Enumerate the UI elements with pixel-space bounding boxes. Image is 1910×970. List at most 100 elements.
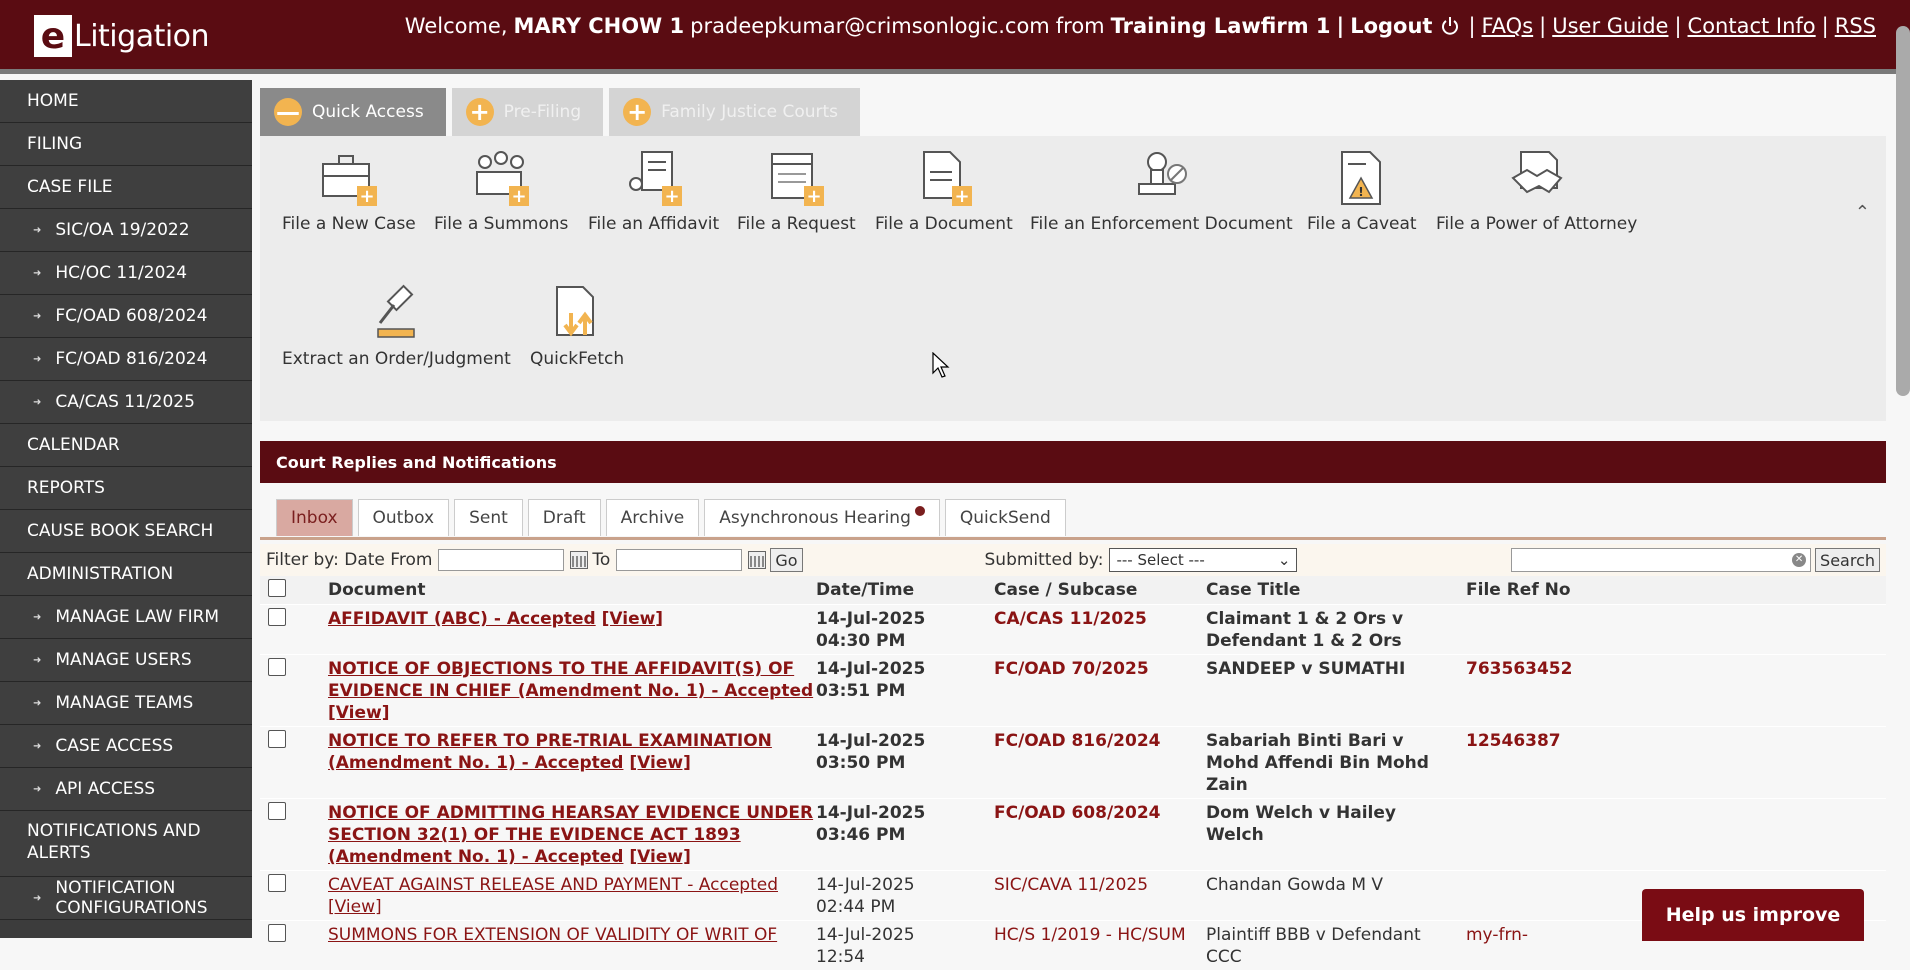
rss-link[interactable]: RSS (1835, 14, 1876, 38)
file-ref-cell: 763563452 (1466, 655, 1886, 727)
sidebar-item-case[interactable]: ➜HC/OC 11/2024 (0, 252, 252, 295)
view-link[interactable]: [View] (328, 897, 382, 917)
case-link[interactable]: HC/S 1/2019 - HC/SUM (994, 921, 1206, 970)
case-link[interactable]: FC/OAD 70/2025 (994, 655, 1206, 727)
submitted-by-label: Submitted by: (985, 550, 1104, 570)
document-link[interactable]: NOTICE OF OBJECTIONS TO THE AFFIDAVIT(S)… (328, 659, 813, 701)
case-link[interactable]: FC/OAD 608/2024 (994, 799, 1206, 871)
logout-link[interactable]: Logout (1350, 14, 1432, 38)
file-power-of-attorney-button[interactable]: File a Power of Attorney (1436, 148, 1637, 234)
quick-access-panel: + File a New Case + File a Summons + Fil… (260, 136, 1886, 421)
sidebar-item-manage-teams[interactable]: ➜MANAGE TEAMS (0, 682, 252, 725)
view-link[interactable]: [View] (328, 703, 389, 723)
document-link[interactable]: NOTICE OF ADMITTING HEARSAY EVIDENCE UND… (328, 803, 813, 867)
quick-access-label: Extract an Order/Judgment (282, 349, 511, 369)
sidebar-item-notifications[interactable]: NOTIFICATIONS AND ALERTS (0, 811, 252, 877)
submitted-by-select[interactable]: --- Select ---⌄ (1109, 548, 1297, 572)
sidebar-item-cause-book-search[interactable]: CAUSE BOOK SEARCH (0, 510, 252, 553)
contact-info-link[interactable]: Contact Info (1688, 14, 1816, 38)
tab-archive[interactable]: Archive (606, 499, 700, 536)
row-checkbox[interactable] (268, 924, 286, 942)
case-link[interactable]: CA/CAS 11/2025 (994, 605, 1206, 655)
file-request-button[interactable]: + File a Request (737, 148, 856, 234)
calendar-icon[interactable] (748, 551, 766, 569)
quickfetch-button[interactable]: QuickFetch (530, 283, 624, 369)
quick-access-label: File a Power of Attorney (1436, 214, 1637, 234)
sidebar-item-case[interactable]: ➜SIC/OA 19/2022 (0, 209, 252, 252)
sidebar-item-api-access[interactable]: ➜API ACCESS (0, 768, 252, 811)
tab-asynchronous-hearing[interactable]: Asynchronous Hearing (704, 499, 940, 536)
tab-pre-filing[interactable]: +Pre-Filing (452, 88, 603, 136)
help-us-improve-button[interactable]: Help us improve (1642, 889, 1864, 941)
quick-access-label: QuickFetch (530, 349, 624, 369)
tab-family-justice-courts[interactable]: +Family Justice Courts (609, 88, 860, 136)
search-button[interactable]: Search (1815, 548, 1880, 572)
case-title-cell: Plaintiff BBB v Defendant CCC (1206, 921, 1466, 970)
document-link[interactable]: NOTICE TO REFER TO PRE-TRIAL EXAMINATION… (328, 731, 772, 773)
notification-dot-icon (915, 506, 925, 516)
sidebar-item-case[interactable]: ➜FC/OAD 816/2024 (0, 338, 252, 381)
sidebar-item-case[interactable]: ➜CA/CAS 11/2025 (0, 381, 252, 424)
file-affidavit-button[interactable]: + File an Affidavit (588, 148, 719, 234)
power-icon[interactable] (1440, 16, 1460, 36)
table-row[interactable]: AFFIDAVIT (ABC) - Accepted [View] 14-Jul… (260, 605, 1886, 655)
table-row[interactable]: NOTICE OF OBJECTIONS TO THE AFFIDAVIT(S)… (260, 655, 1886, 727)
tab-inbox[interactable]: Inbox (276, 499, 353, 536)
case-link[interactable]: FC/OAD 816/2024 (994, 727, 1206, 799)
file-document-button[interactable]: + File a Document (875, 148, 1013, 234)
date-from-label: Filter by: Date From (266, 550, 432, 570)
view-link[interactable]: [View] (602, 609, 663, 629)
tab-quick-access[interactable]: —Quick Access (260, 88, 446, 136)
extract-order-judgment-button[interactable]: Extract an Order/Judgment (282, 283, 511, 369)
calendar-icon[interactable] (570, 551, 588, 569)
view-link[interactable]: [View] (629, 753, 690, 773)
user-guide-link[interactable]: User Guide (1552, 14, 1668, 38)
document-link[interactable]: AFFIDAVIT (ABC) - Accepted (328, 609, 596, 629)
row-checkbox[interactable] (268, 658, 286, 676)
sidebar-item-filing[interactable]: FILING (0, 123, 252, 166)
tab-draft[interactable]: Draft (528, 499, 601, 536)
search-input[interactable]: ✕ (1511, 548, 1811, 572)
sidebar-item-home[interactable]: HOME (0, 80, 252, 123)
elitigation-logo[interactable]: e Litigation (34, 14, 209, 58)
sidebar-item-label: FILING (27, 134, 82, 154)
collapse-chevron-icon[interactable]: ⌃ (1855, 202, 1870, 223)
tab-quicksend[interactable]: QuickSend (945, 499, 1066, 536)
view-link[interactable]: [View] (629, 847, 690, 867)
sidebar-item-calendar[interactable]: CALENDAR (0, 424, 252, 467)
clear-icon[interactable]: ✕ (1792, 553, 1806, 567)
document-link[interactable]: CAVEAT AGAINST RELEASE AND PAYMENT - Acc… (328, 875, 778, 895)
row-checkbox[interactable] (268, 874, 286, 892)
sidebar-item-notification-config[interactable]: ➜NOTIFICATION CONFIGURATIONS (0, 877, 252, 920)
go-button[interactable]: Go (770, 548, 802, 572)
sidebar-item-manage-law-firm[interactable]: ➜MANAGE LAW FIRM (0, 596, 252, 639)
faqs-link[interactable]: FAQs (1482, 14, 1534, 38)
file-new-case-button[interactable]: + File a New Case (282, 148, 416, 234)
file-summons-button[interactable]: + File a Summons (434, 148, 568, 234)
quick-access-label: File an Affidavit (588, 214, 719, 234)
sidebar-item-manage-users[interactable]: ➜MANAGE USERS (0, 639, 252, 682)
sidebar-item-administration[interactable]: ADMINISTRATION (0, 553, 252, 596)
sidebar-item-reports[interactable]: REPORTS (0, 467, 252, 510)
row-checkbox[interactable] (268, 802, 286, 820)
sidebar-item-case[interactable]: ➜FC/OAD 608/2024 (0, 295, 252, 338)
table-row[interactable]: NOTICE TO REFER TO PRE-TRIAL EXAMINATION… (260, 727, 1886, 799)
column-header: Date/Time (816, 576, 994, 605)
row-checkbox[interactable] (268, 608, 286, 626)
file-caveat-button[interactable]: ! File a Caveat (1307, 148, 1417, 234)
select-all-checkbox[interactable] (268, 579, 286, 597)
document-link[interactable]: SUMMONS FOR EXTENSION OF VALIDITY OF WRI… (328, 925, 777, 945)
tab-outbox[interactable]: Outbox (358, 499, 450, 536)
date-to-input[interactable] (616, 549, 742, 571)
sidebar-item-case-file[interactable]: CASE FILE (0, 166, 252, 209)
tab-sent[interactable]: Sent (454, 499, 523, 536)
arrow-icon: ➜ (33, 784, 41, 795)
page-scrollbar[interactable] (1896, 26, 1910, 396)
row-checkbox[interactable] (268, 730, 286, 748)
case-link[interactable]: SIC/CAVA 11/2025 (994, 871, 1206, 921)
date-from-input[interactable] (438, 549, 564, 571)
file-enforcement-document-button[interactable]: File an Enforcement Document (1030, 148, 1293, 234)
sidebar-item-case-access[interactable]: ➜CASE ACCESS (0, 725, 252, 768)
table-row[interactable]: NOTICE OF ADMITTING HEARSAY EVIDENCE UND… (260, 799, 1886, 871)
sidebar-item-label: SIC/OA 19/2022 (55, 220, 189, 240)
